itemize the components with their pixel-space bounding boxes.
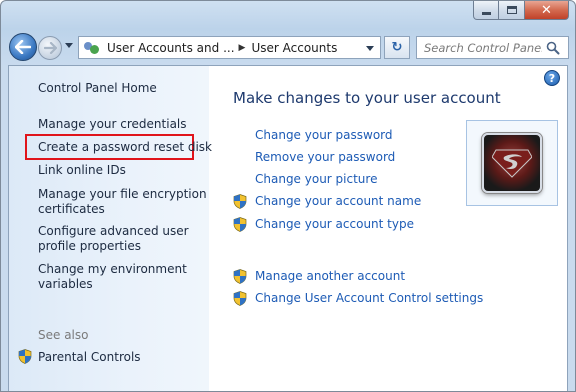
address-bar[interactable]: User Accounts and ... ▶ User Accounts — [78, 36, 381, 59]
control-panel-window: ✕ User Accounts and ... ▶ User Accounts … — [0, 0, 576, 392]
breadcrumb-user-accounts-and[interactable]: User Accounts and ... — [107, 41, 235, 55]
user-picture-frame — [466, 120, 558, 206]
change-account-name-link[interactable]: Change your account name — [255, 194, 421, 209]
sidebar-item-label: profile properties — [38, 239, 141, 253]
sidebar-item-label: Manage your file encryption — [38, 187, 207, 201]
change-password-link[interactable]: Change your password — [255, 128, 393, 143]
page-title: Make changes to your user account — [233, 89, 501, 107]
superman-logo-icon — [492, 149, 532, 178]
recent-pages-chevron-icon[interactable] — [65, 43, 73, 48]
sidebar-item-manage-file-encryption[interactable]: Manage your file encryption certificates — [38, 187, 207, 217]
sidebar-item-environment-variables[interactable]: Change my environment variables — [38, 262, 187, 292]
task-pane: Control Panel Home Manage your credentia… — [9, 66, 212, 391]
see-also-heading: See also — [38, 328, 89, 342]
manage-another-account-link[interactable]: Manage another account — [255, 269, 405, 284]
back-arrow-icon — [15, 40, 31, 54]
uac-settings-link[interactable]: Change User Account Control settings — [255, 291, 483, 306]
sidebar-item-create-password-reset-disk[interactable]: Create a password reset disk — [38, 140, 212, 155]
caption-buttons: ✕ — [473, 1, 569, 21]
close-button[interactable]: ✕ — [525, 1, 569, 20]
change-picture-link[interactable]: Change your picture — [255, 172, 377, 187]
sidebar-item-manage-credentials[interactable]: Manage your credentials — [38, 117, 187, 132]
minimize-icon — [481, 11, 491, 15]
maximize-button[interactable] — [499, 1, 525, 20]
sidebar-item-configure-profile-properties[interactable]: Configure advanced user profile properti… — [38, 224, 189, 254]
user-accounts-icon — [83, 40, 101, 56]
minimize-button[interactable] — [473, 1, 499, 20]
sidebar-item-label: Change my environment — [38, 262, 187, 276]
sidebar-item-label: Parental Controls — [38, 349, 141, 364]
uac-shield-icon — [233, 217, 247, 232]
search-icon[interactable] — [546, 41, 560, 55]
sidebar-item-parental-controls[interactable]: Parental Controls — [18, 349, 141, 364]
uac-shield-icon — [233, 194, 247, 209]
breadcrumb-user-accounts[interactable]: User Accounts — [251, 41, 337, 55]
refresh-button[interactable]: ↻ — [384, 36, 410, 59]
help-icon[interactable]: ? — [544, 70, 560, 86]
remove-password-link[interactable]: Remove your password — [255, 150, 395, 165]
avatar — [482, 133, 542, 193]
uac-shield-icon — [233, 291, 247, 306]
back-button[interactable] — [9, 33, 37, 61]
address-dropdown-icon[interactable] — [366, 46, 374, 51]
forward-button[interactable] — [38, 36, 62, 60]
search-input[interactable] — [424, 40, 542, 55]
uac-shield-icon — [18, 349, 32, 364]
forward-arrow-icon — [43, 42, 57, 54]
navigation-bar: User Accounts and ... ▶ User Accounts ↻ — [9, 31, 569, 63]
uac-shield-icon — [233, 269, 247, 284]
sidebar-item-label: Configure advanced user — [38, 224, 189, 238]
sidebar-item-label: certificates — [38, 202, 105, 216]
breadcrumb-separator-icon[interactable]: ▶ — [239, 43, 246, 53]
sidebar-item-control-panel-home[interactable]: Control Panel Home — [38, 81, 157, 96]
close-icon: ✕ — [541, 2, 552, 18]
sidebar-item-link-online-ids[interactable]: Link online IDs — [38, 163, 126, 178]
maximize-icon — [506, 6, 517, 14]
search-box[interactable] — [416, 36, 569, 59]
refresh-icon: ↻ — [391, 40, 403, 55]
content-area: Control Panel Home Manage your credentia… — [8, 65, 568, 391]
sidebar-item-label: variables — [38, 277, 93, 291]
change-account-type-link[interactable]: Change your account type — [255, 217, 414, 232]
